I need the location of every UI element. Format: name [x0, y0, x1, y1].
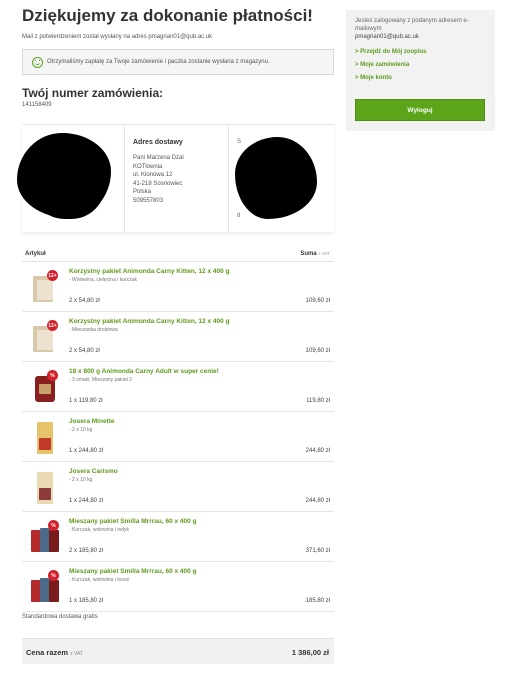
product-image[interactable]	[31, 420, 59, 454]
billing-address-column: a	[17, 125, 125, 233]
delivery-address-column: Adres dostawy Pani Marzena Dzal KOTlowni…	[125, 125, 229, 233]
redaction-blot	[247, 145, 311, 215]
product-quantity-price: 1 x 185,80 zł	[69, 598, 104, 604]
address-card: a Adres dostawy Pani Marzena Dzal KOTlow…	[17, 124, 334, 233]
product-total: 244,80 zł	[305, 448, 330, 454]
product-image[interactable]: 12+	[31, 270, 59, 304]
order-items-table: Artykuł Suma z VAT 12+ Korzystny pakiet …	[22, 248, 334, 612]
order-number: 141158409	[22, 102, 52, 108]
delivery-address-line: ul. Klonowa 12	[133, 172, 173, 178]
delivery-address-heading: Adres dostawy	[133, 139, 183, 146]
product-name-link[interactable]: Josera Carismo	[69, 468, 118, 475]
items-table-header: Artykuł Suma z VAT	[22, 248, 334, 262]
promo-badge: %	[48, 520, 59, 531]
delivery-address-line: 41-218 Sosnowiec	[133, 180, 183, 187]
logout-button[interactable]: Wyloguj	[355, 99, 485, 121]
product-quantity-price: 1 x 244,80 zł	[69, 448, 104, 454]
product-name-link[interactable]: Josera Minette	[69, 418, 115, 425]
table-row: % Mieszany pakiet Smilla Mrrrau, 60 x 40…	[22, 562, 334, 612]
table-row: 12+ Korzystny pakiet Animonda Carny Kitt…	[22, 262, 334, 312]
product-image[interactable]: %	[31, 570, 59, 604]
product-total: 185,80 zł	[305, 598, 330, 604]
product-total: 371,60 zł	[305, 548, 330, 554]
product-quantity-price: 2 x 54,80 zł	[69, 298, 100, 304]
article-column-header: Artykuł	[25, 251, 46, 257]
table-row: Josera Minette - 2 x 10 kg 1 x 244,80 zł…	[22, 412, 334, 462]
product-variant: - 2 x 10 kg	[69, 477, 93, 483]
main-content: Dziękujemy za dokonanie płatności! Mail …	[22, 6, 334, 108]
table-row: 12+ Korzystny pakiet Animonda Carny Kitt…	[22, 312, 334, 362]
product-quantity-price: 2 x 54,80 zł	[69, 348, 100, 354]
login-info: Jesteś zalogowany z podanym adresem e-ma…	[355, 18, 469, 32]
product-quantity-price: 2 x 185,80 zł	[69, 548, 104, 554]
account-sidebar: Jesteś zalogowany z podanym adresem e-ma…	[346, 10, 495, 131]
total-value: 1 386,00 zł	[291, 648, 329, 657]
payment-heading-fragment: S	[237, 139, 242, 145]
product-variant: - Mieszanka drobiowa	[69, 327, 118, 333]
table-row: % 18 x 800 g Animonda Carny Adult w supe…	[22, 362, 334, 412]
user-email: pmagrian01@qub.ac.uk	[355, 34, 419, 40]
delivery-address-line: 509557803	[133, 197, 164, 204]
product-name-link[interactable]: Korzystny pakiet Animonda Carny Kitten, …	[69, 318, 230, 325]
product-quantity-price: 1 x 244,80 zł	[69, 498, 104, 504]
payment-line-fragment: 8	[237, 213, 241, 219]
payment-confirmation-text: Otrzymaliśmy zapłatę za Twoje zamówienie…	[47, 59, 270, 65]
promo-badge: %	[47, 370, 58, 381]
delivery-address-line: KOTlownia	[133, 163, 163, 170]
product-total: 119,80 zł	[306, 398, 330, 404]
product-image[interactable]: 12+	[31, 320, 59, 354]
product-name-link[interactable]: 18 x 800 g Animonda Carny Adult w super …	[69, 368, 219, 375]
page-title: Dziękujemy za dokonanie płatności!	[22, 6, 313, 25]
shipping-info: Standardowa dostawa gratis	[22, 614, 98, 620]
product-variant: - Wołowina, cielęcina i kurczak	[69, 277, 137, 283]
product-image[interactable]: %	[31, 370, 59, 404]
order-total-bar: Cena razem z VAT 1 386,00 zł	[22, 638, 334, 664]
sum-column-header: Suma z VAT	[300, 251, 330, 257]
product-quantity-price: 1 x 119,80 zł	[69, 398, 103, 404]
promo-badge: 12+	[47, 320, 58, 331]
order-number-title: Twój numer zamówienia:	[22, 86, 164, 100]
payment-confirmation-box: Otrzymaliśmy zapłatę za Twoje zamówienie…	[22, 49, 334, 75]
delivery-address-line: Pani Marzena Dzal	[133, 155, 184, 161]
table-row: Josera Carismo - 2 x 10 kg 1 x 244,80 zł…	[22, 462, 334, 512]
product-variant: - 3 smaki, Mieszany pakiet 2	[69, 377, 133, 383]
payment-info-column: S 8	[229, 125, 334, 233]
product-name-link[interactable]: Korzystny pakiet Animonda Carny Kitten, …	[69, 268, 230, 275]
my-zooplus-link[interactable]: > Przejdź do Mój zooplus	[355, 49, 486, 55]
product-total: 109,60 zł	[305, 298, 330, 304]
smiley-icon	[32, 56, 43, 68]
product-total: 109,60 zł	[305, 348, 330, 354]
product-image[interactable]	[31, 470, 59, 504]
promo-badge: %	[48, 570, 59, 581]
my-orders-link[interactable]: > Moje zamówienia	[355, 62, 486, 68]
my-account-link[interactable]: > Moje konto	[355, 75, 486, 81]
product-variant: - 2 x 10 kg	[69, 427, 93, 433]
product-name-link[interactable]: Mieszany pakiet Smilla Mrrrau, 60 x 400 …	[69, 568, 197, 575]
product-total: 244,80 zł	[305, 498, 330, 504]
mail-confirmation-info: Mail z potwierdzeniem został wysłany na …	[22, 34, 213, 40]
product-image[interactable]: %	[31, 520, 59, 554]
table-row: % Mieszany pakiet Smilla Mrrrau, 60 x 40…	[22, 512, 334, 562]
product-variant: - Kurczak, wołowina i indyk	[69, 527, 130, 533]
promo-badge: 12+	[47, 270, 58, 281]
product-name-link[interactable]: Mieszany pakiet Smilla Mrrrau, 60 x 400 …	[69, 518, 197, 525]
delivery-address-line: Polska	[133, 189, 152, 195]
product-variant: - Kurczak, wołowina i łosoś	[69, 577, 130, 583]
total-label: Cena razem z VAT	[26, 648, 84, 657]
